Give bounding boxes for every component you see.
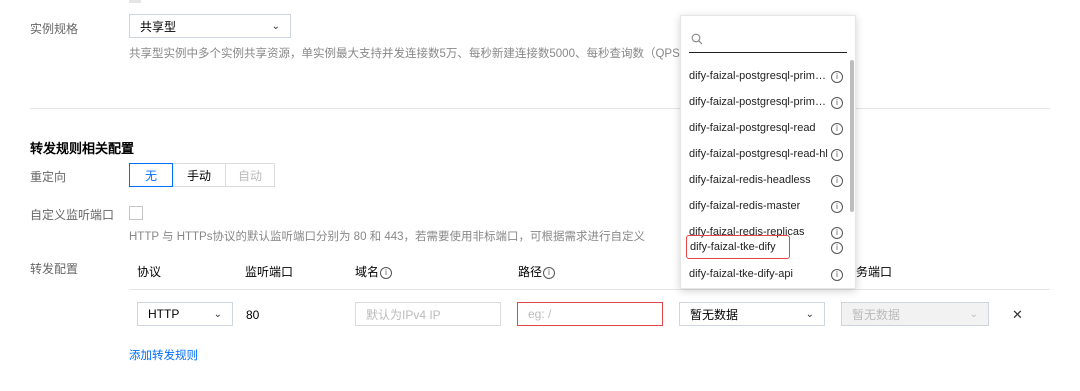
search-icon <box>691 33 703 45</box>
service-dropdown: dify-faizal-postgresql-primary i dify-fa… <box>680 15 856 289</box>
add-rule-link[interactable]: 添加转发规则 <box>129 347 198 363</box>
custom-port-label: 自定义监听端口 <box>30 208 115 222</box>
service-value: 暂无数据 <box>690 307 739 322</box>
header-path: 路径 i <box>518 263 556 280</box>
forward-config-label: 转发配置 <box>30 262 79 276</box>
instance-spec-label: 实例规格 <box>30 22 79 36</box>
dropdown-item-label: dify-faizal-redis-headless <box>689 174 811 186</box>
redirect-segmented-control: 无 手动 自动 <box>129 163 275 187</box>
dropdown-scrollbar[interactable] <box>850 60 854 212</box>
info-icon[interactable]: i <box>831 123 843 135</box>
info-icon[interactable]: i <box>831 175 843 187</box>
close-icon[interactable]: ✕ <box>1012 307 1023 323</box>
dropdown-item-selected[interactable]: dify-faizal-tke-dify <box>685 234 791 260</box>
info-icon[interactable]: i <box>831 71 843 83</box>
dropdown-item[interactable]: dify-faizal-redis-master <box>681 193 849 219</box>
header-protocol: 协议 <box>137 265 162 279</box>
custom-port-checkbox[interactable] <box>129 206 143 220</box>
dropdown-item[interactable]: dify-faizal-postgresql-primary <box>681 63 849 89</box>
dropdown-search[interactable] <box>689 26 847 53</box>
domain-input[interactable]: 默认为IPv4 IP <box>355 302 501 326</box>
header-listen-port: 监听端口 <box>245 265 294 279</box>
info-icon[interactable]: i <box>543 266 556 279</box>
custom-port-hint: HTTP 与 HTTPs协议的默认监听端口分别为 80 和 443，若需要使用非… <box>129 231 646 243</box>
info-icon[interactable]: i <box>831 97 843 109</box>
dropdown-item-label: dify-faizal-postgresql-primary <box>689 70 829 82</box>
chevron-down-icon: ⌄ <box>271 20 280 32</box>
info-icon[interactable]: i <box>831 269 843 281</box>
redirect-option-none[interactable]: 无 <box>129 163 173 187</box>
protocol-select[interactable]: HTTP ⌄ <box>137 302 233 326</box>
dropdown-item[interactable]: dify-faizal-redis-headless <box>681 167 849 193</box>
section-title: 转发规则相关配置 <box>30 141 135 156</box>
instance-spec-select[interactable]: 共享型 ⌄ <box>129 14 291 38</box>
dropdown-item-label: dify-faizal-postgresql-primary-hl <box>689 96 827 108</box>
info-icon[interactable]: i <box>831 242 843 254</box>
listen-port-value[interactable]: 80 <box>246 308 259 322</box>
info-icon[interactable]: i <box>831 149 843 161</box>
header-domain-label: 域名 <box>355 265 380 279</box>
section-divider <box>30 108 1050 109</box>
dropdown-item-label: dify-faizal-postgresql-read-hl <box>689 148 828 160</box>
header-domain: 域名 i <box>355 263 393 280</box>
protocol-value: HTTP <box>148 307 180 321</box>
dropdown-item-label: dify-faizal-tke-dify-api <box>689 268 793 280</box>
info-icon[interactable]: i <box>831 201 843 213</box>
redirect-label: 重定向 <box>30 170 67 184</box>
table-header-divider <box>129 289 1050 290</box>
domain-placeholder: 默认为IPv4 IP <box>366 307 441 322</box>
dropdown-item-label: dify-faizal-tke-dify <box>690 241 776 253</box>
top-partial-row <box>129 0 141 3</box>
dropdown-item-label: dify-faizal-postgresql-read <box>689 122 816 134</box>
dropdown-item[interactable]: dify-faizal-postgresql-read-hl <box>681 141 849 167</box>
dropdown-item[interactable]: dify-faizal-postgresql-primary-hl <box>681 89 849 115</box>
path-placeholder: eg: / <box>528 307 552 321</box>
dropdown-item[interactable]: dify-faizal-tke-dify-api <box>681 261 849 287</box>
redirect-option-auto: 自动 <box>225 163 275 187</box>
instance-spec-value: 共享型 <box>140 19 177 34</box>
info-icon[interactable]: i <box>380 266 393 279</box>
chevron-down-icon: ⌄ <box>805 308 814 320</box>
instance-spec-description: 共享型实例中多个实例共享资源，单实例最大支持并发连接数5万、每秒新建连接数500… <box>129 48 729 60</box>
chevron-down-icon: ⌄ <box>213 308 222 320</box>
dropdown-item[interactable]: dify-faizal-postgresql-read <box>681 115 849 141</box>
chevron-down-icon: ⌄ <box>969 308 978 320</box>
header-path-label: 路径 <box>518 265 543 279</box>
service-port-select: 暂无数据 ⌄ <box>841 302 989 326</box>
service-port-value: 暂无数据 <box>852 307 901 322</box>
redirect-option-manual[interactable]: 手动 <box>172 163 226 187</box>
dropdown-item-label: dify-faizal-redis-master <box>689 200 801 212</box>
info-icon[interactable]: i <box>831 227 843 239</box>
header-backend-port: 务端口 <box>856 265 893 279</box>
path-input[interactable]: eg: / <box>517 302 663 326</box>
service-select[interactable]: 暂无数据 ⌄ <box>679 302 825 326</box>
